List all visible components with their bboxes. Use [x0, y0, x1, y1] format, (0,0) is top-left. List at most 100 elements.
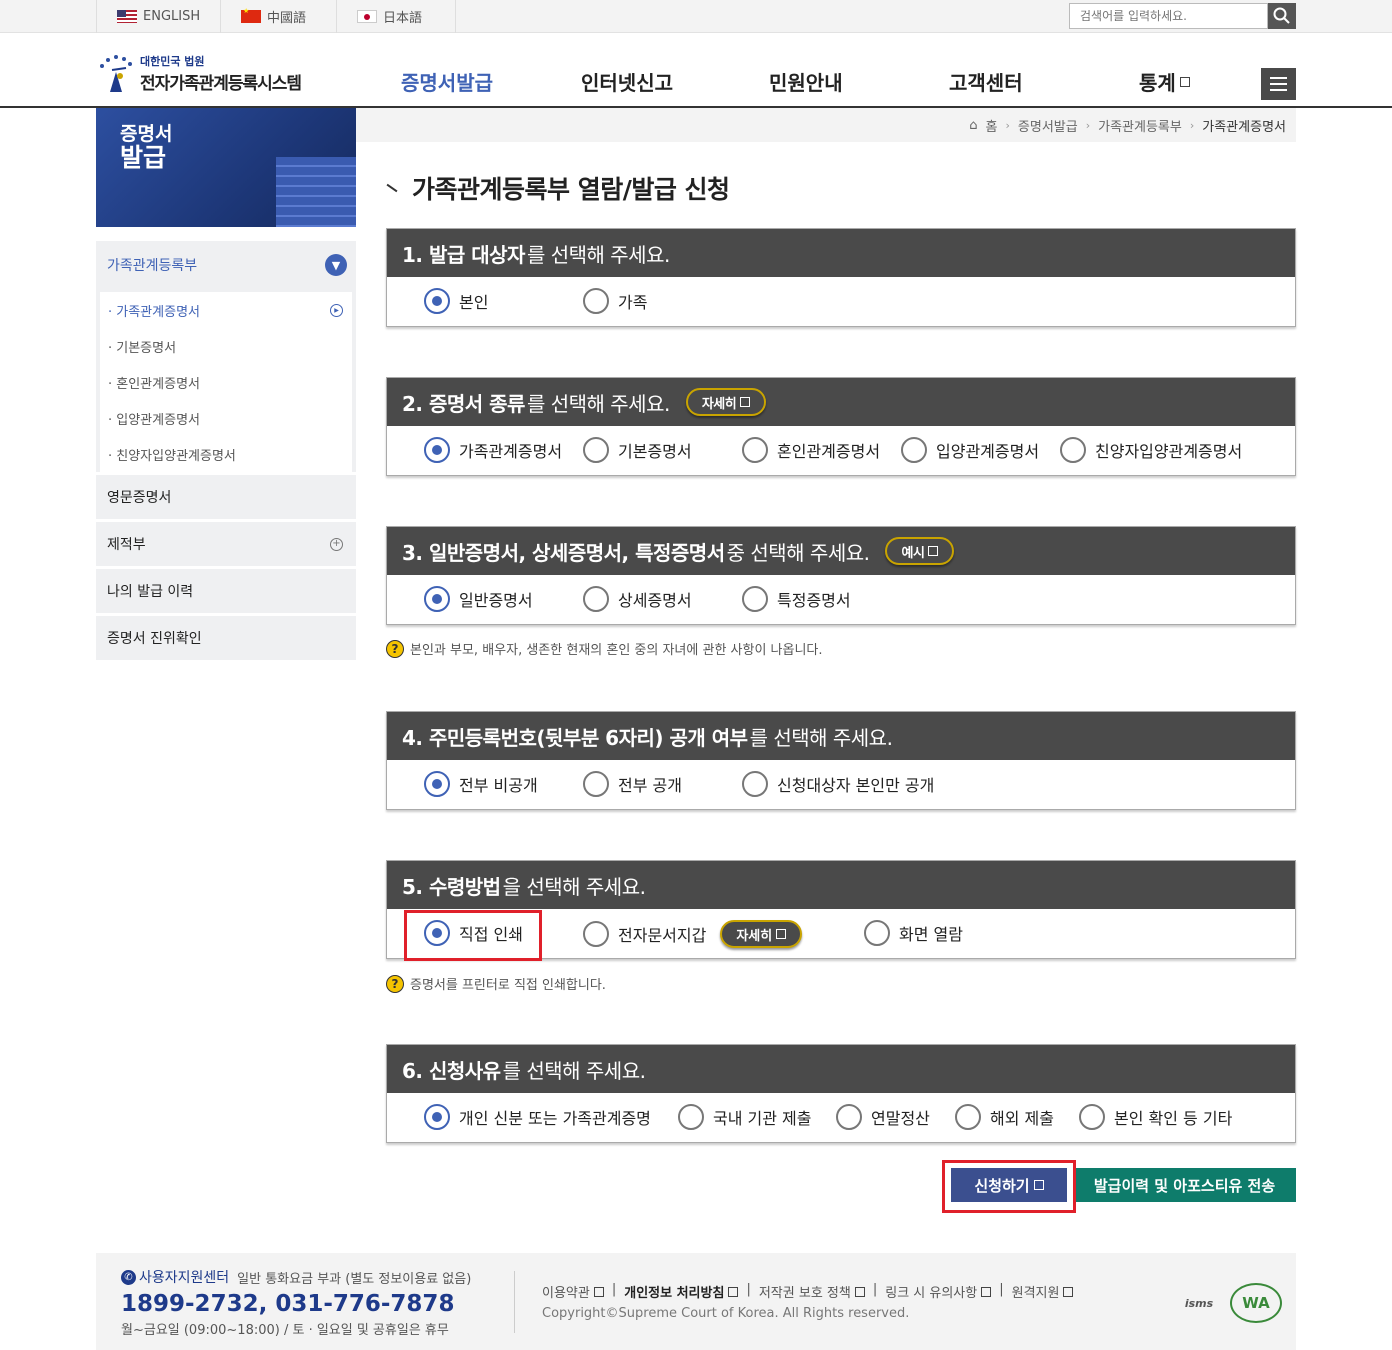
footer-link-linking[interactable]: 링크 시 유의사항 [885, 1282, 992, 1301]
example-button[interactable]: 예시 [885, 537, 955, 565]
radio-self-only-public[interactable]: 신청대상자 본인만 공개 [742, 771, 934, 797]
sidebar-sub-family-certificate[interactable]: · 가족관계증명서 ▶ [108, 292, 352, 328]
nav-certificate-issuance[interactable]: 증명서발급 [401, 67, 493, 96]
nav-internet-report[interactable]: 인터넷신고 [581, 67, 673, 96]
footer-link-label: 링크 시 유의사항 [885, 1286, 978, 1301]
radio-circle [836, 1104, 862, 1130]
all-menu-button[interactable] [1261, 68, 1296, 100]
radio-label: 신청대상자 본인만 공개 [777, 776, 935, 795]
radio-family-certificate[interactable]: 가족관계증명서 [424, 437, 562, 463]
radio-detailed-certificate[interactable]: 상세증명서 [583, 586, 692, 612]
radio-all-private[interactable]: 전부 비공개 [424, 771, 538, 797]
plus-circle-icon: + [330, 537, 343, 551]
radio-basic-certificate[interactable]: 기본증명서 [583, 437, 692, 463]
external-link-icon [776, 929, 787, 939]
footer-link-terms[interactable]: 이용약관 [542, 1282, 604, 1301]
lang-english-link[interactable]: ENGLISH [96, 0, 220, 33]
footer-link-remote-support[interactable]: 원격지원 [1012, 1282, 1074, 1301]
radio-label: 화면 열람 [899, 925, 963, 944]
search-button[interactable] [1268, 3, 1296, 29]
sidebar: 가족관계등록부 ▼ · 가족관계증명서 ▶ · 기본증명서 · 혼인관계증명서 ·… [96, 241, 356, 660]
sidebar-item-verify[interactable]: 증명서 진위확인 [96, 616, 356, 660]
nav-customer-center[interactable]: 고객센터 [949, 67, 1023, 96]
footer-divider [514, 1271, 515, 1333]
nav-statistics[interactable]: 통계 [1139, 67, 1190, 96]
radio-full-adoption-certificate[interactable]: 친양자입양관계증명서 [1060, 437, 1242, 463]
radio-general-certificate[interactable]: 일반증명서 [424, 586, 533, 612]
radio-reason-overseas[interactable]: 해외 제출 [955, 1104, 1054, 1130]
breadcrumb-item[interactable]: 가족관계등록부 [1098, 116, 1182, 135]
radio-label: 전자문서지갑 [618, 926, 707, 945]
section-heading-rest: 를 선택해 주세요. [526, 242, 670, 267]
sidebar-item-removed-register[interactable]: 제적부 + [96, 522, 356, 566]
radio-reason-domestic[interactable]: 국내 기관 제출 [678, 1104, 812, 1130]
radio-screen-view[interactable]: 화면 열람 [864, 920, 963, 946]
radio-circle [583, 771, 609, 797]
footer-link-label: 원격지원 [1011, 1286, 1060, 1301]
radio-reason-tax[interactable]: 연말정산 [836, 1104, 930, 1130]
sidebar-item-english-certificate[interactable]: 영문증명서 [96, 475, 356, 519]
radio-label: 본인 [459, 293, 489, 312]
books-image [276, 157, 356, 227]
site-logo[interactable]: 대한민국 법원 전자가족관계등록시스템 [96, 53, 302, 94]
lang-label: 日本語 [383, 11, 423, 26]
breadcrumb-current: 가족관계증명서 [1202, 119, 1286, 135]
details-button[interactable]: 자세히 [720, 920, 803, 948]
breadcrumb-home[interactable]: 홈 [986, 116, 998, 135]
footer-link-label: 이용약관 [542, 1286, 590, 1301]
sub-label: 입양관계증명서 [116, 412, 200, 428]
question-icon: ? [386, 974, 404, 993]
radio-reason-other[interactable]: 본인 확인 등 기타 [1079, 1104, 1232, 1130]
help-note-text: 증명서를 프린터로 직접 인쇄합니다. [410, 978, 606, 993]
badge-label: WA [1242, 1294, 1270, 1312]
radio-all-public[interactable]: 전부 공개 [583, 771, 682, 797]
radio-label: 혼인관계증명서 [777, 442, 881, 461]
radio-circle [583, 921, 609, 947]
radio-marriage-certificate[interactable]: 혼인관계증명서 [742, 437, 880, 463]
isms-certification-badge: isms [1180, 1287, 1218, 1319]
nav-civil-guide[interactable]: 민원안내 [769, 67, 843, 96]
footer-link-privacy[interactable]: 개인정보 처리방침 [624, 1282, 739, 1301]
breadcrumb-item[interactable]: 증명서발급 [1018, 116, 1078, 135]
radio-circle [583, 437, 609, 463]
sidebar-sub-adoption-certificate[interactable]: · 입양관계증명서 [108, 400, 352, 436]
help-note-print: ? 증명서를 프린터로 직접 인쇄합니다. [386, 974, 606, 993]
sidebar-sub-basic-certificate[interactable]: · 기본증명서 [108, 328, 352, 364]
search-input[interactable] [1069, 3, 1268, 29]
sub-label: 기본증명서 [116, 340, 177, 356]
transfer-history-button[interactable]: 발급이력 및 아포스티유 전송 [1073, 1168, 1296, 1202]
japan-flag-icon [357, 10, 377, 23]
lang-chinese-link[interactable]: 中國語 [220, 0, 336, 33]
radio-label: 국내 기관 제출 [713, 1109, 812, 1128]
radio-circle [1079, 1104, 1105, 1130]
footer-link-copyright[interactable]: 저작권 보호 정책 [759, 1282, 865, 1301]
home-icon: ⌂ [969, 117, 978, 133]
section-heading-bold: 3. 일반증명서, 상세증명서, 특정증명서 [402, 540, 725, 565]
external-link-icon [981, 1287, 992, 1297]
section-issue-target: 1. 발급 대상자 를 선택해 주세요. 본인 가족 [386, 228, 1296, 327]
title-mark-icon [386, 183, 398, 193]
support-center-note: 일반 통화요금 부과 (별도 정보이용료 없음) [237, 1271, 472, 1287]
logo-title: 전자가족관계등록시스템 [140, 74, 302, 94]
external-link-icon [854, 1287, 865, 1297]
sidebar-sub-full-adoption-certificate[interactable]: · 친양자입양관계증명서 [108, 436, 352, 472]
radio-adoption-certificate[interactable]: 입양관계증명서 [901, 437, 1039, 463]
radio-circle [864, 920, 890, 946]
sub-label: 친양자입양관계증명서 [116, 448, 236, 464]
sidebar-item-family-register[interactable]: 가족관계등록부 ▼ [96, 241, 356, 289]
radio-circle [901, 437, 927, 463]
radio-e-wallet[interactable]: 전자문서지갑 자세히 [583, 920, 803, 948]
radio-specific-certificate[interactable]: 특정증명서 [742, 586, 851, 612]
radio-self[interactable]: 본인 [424, 288, 488, 314]
lang-japanese-link[interactable]: 日本語 [336, 0, 456, 33]
sidebar-item-my-history[interactable]: 나의 발급 이력 [96, 569, 356, 613]
logo-subtitle: 대한민국 법원 [140, 55, 205, 68]
help-note-text: 본인과 부모, 배우자, 생존한 현재의 혼인 중의 자녀에 관한 사항이 나옵… [410, 643, 823, 658]
section-certificate-detail-level: 3. 일반증명서, 상세증명서, 특정증명서 중 선택해 주세요. 예시 일반증… [386, 526, 1296, 625]
section-heading-rest: 을 선택해 주세요. [502, 874, 646, 899]
radio-label: 전부 비공개 [459, 776, 538, 795]
sidebar-sub-marriage-certificate[interactable]: · 혼인관계증명서 [108, 364, 352, 400]
radio-reason-identity[interactable]: 개인 신분 또는 가족관계증명 [424, 1104, 651, 1130]
details-button[interactable]: 자세히 [685, 388, 767, 416]
radio-family[interactable]: 가족 [583, 288, 647, 314]
